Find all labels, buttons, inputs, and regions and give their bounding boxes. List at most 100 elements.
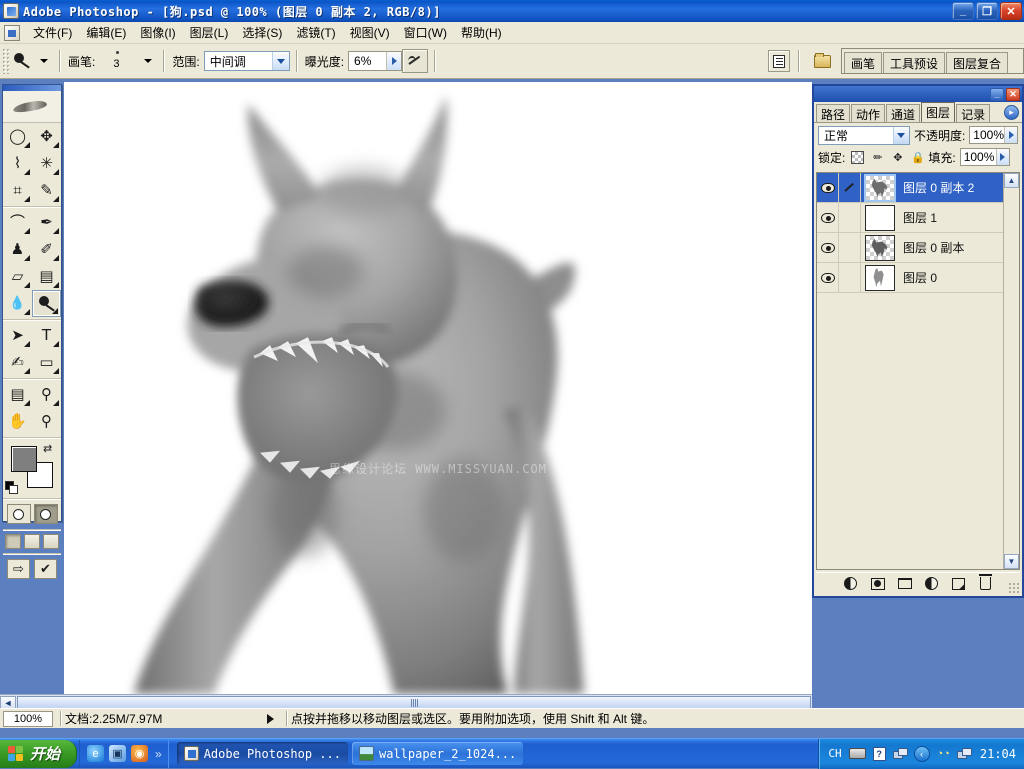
layers-scrollbar[interactable]: ▲ ▼ (1003, 173, 1019, 569)
restore-button[interactable]: ❐ (976, 2, 998, 20)
exposure-slider-arrow-icon[interactable] (386, 52, 402, 70)
tool-shape[interactable]: ▭ (32, 349, 61, 376)
tab-layers[interactable]: 图层 (921, 102, 956, 122)
internet-explorer-icon[interactable]: e (87, 745, 105, 762)
menu-item-file[interactable]: 文件(F) (26, 22, 79, 43)
tool-marquee[interactable]: ◯ (3, 123, 32, 150)
show-desktop-icon[interactable]: ▣ (109, 745, 127, 762)
layer-link-toggle[interactable] (839, 173, 861, 203)
options-bar-grip[interactable] (2, 48, 9, 74)
brush-chevron-down-icon[interactable] (144, 59, 153, 63)
foreground-color-swatch[interactable] (11, 446, 37, 472)
scroll-down-button[interactable]: ▼ (1004, 554, 1019, 569)
layer-thumbnail[interactable] (865, 204, 895, 231)
tool-zoom[interactable]: ⚲ (32, 408, 61, 435)
status-menu-arrow-icon[interactable] (267, 713, 274, 724)
tool-crop[interactable]: ⌗ (3, 177, 32, 204)
tool-blur[interactable]: 💧 (3, 290, 32, 317)
layer-link-toggle[interactable] (839, 232, 861, 263)
tool-eraser[interactable]: ▱ (3, 263, 32, 290)
layer-mask-button[interactable] (870, 576, 886, 592)
layer-thumbnail[interactable] (864, 173, 896, 202)
zoom-level-input[interactable]: 100% (3, 710, 53, 727)
tool-slice[interactable]: ✎ (32, 177, 61, 204)
opacity-input[interactable]: 100% (969, 126, 1018, 144)
input-method-indicator[interactable]: CH (828, 747, 841, 760)
airbrush-toggle-button[interactable] (402, 49, 429, 73)
tool-move[interactable]: ✥ (32, 123, 61, 150)
delete-layer-button[interactable] (978, 574, 994, 592)
adjustment-layer-button[interactable] (924, 576, 940, 592)
quick-launch-more-icon[interactable]: » (153, 747, 164, 761)
layer-row[interactable]: 图层 0 (817, 262, 1003, 293)
lock-move-icon[interactable]: ✥ (891, 151, 904, 164)
current-tool-icon[interactable] (9, 49, 35, 73)
tool-preset-chevron-down-icon[interactable] (40, 59, 48, 63)
quick-mask-mode-button[interactable] (33, 504, 58, 524)
brush-preview[interactable]: 3 (99, 47, 139, 75)
palette-menu-icon[interactable]: ▸ (1004, 105, 1019, 120)
fill-input[interactable]: 100% (959, 148, 1010, 166)
layer-visibility-toggle[interactable] (817, 262, 839, 293)
tool-gradient[interactable]: ▤ (32, 263, 61, 290)
tool-dodge[interactable] (32, 290, 61, 317)
help-icon[interactable]: ? (872, 746, 886, 761)
palette-well-toggle-button[interactable] (767, 50, 790, 72)
layer-link-toggle[interactable] (839, 262, 861, 293)
fill-slider-arrow-icon[interactable] (995, 149, 1009, 165)
standard-mode-button[interactable] (6, 504, 31, 524)
file-browser-button[interactable] (811, 50, 835, 72)
screen-mode-full-button[interactable] (43, 534, 59, 549)
menu-item-edit[interactable]: 编辑(E) (79, 22, 133, 43)
start-button[interactable]: 开始 (0, 739, 78, 768)
range-select[interactable]: 中间调 (203, 51, 290, 71)
tool-hand[interactable]: ✋ (3, 408, 32, 435)
menu-item-layer[interactable]: 图层(L) (183, 22, 236, 43)
task-button-wallpaper[interactable]: wallpaper_2_1024... (351, 742, 524, 765)
tool-history-brush[interactable]: ✐ (32, 236, 61, 263)
tool-clone-stamp[interactable]: ♟ (3, 236, 32, 263)
tab-history[interactable]: 记录 (956, 104, 991, 122)
default-colors-icon[interactable] (5, 481, 18, 494)
screen-mode-full-menubar-button[interactable] (24, 534, 40, 549)
menu-item-filter[interactable]: 滤镜(T) (289, 22, 342, 43)
tool-type[interactable]: T (32, 322, 61, 349)
layer-visibility-toggle[interactable] (817, 173, 839, 203)
tab-paths[interactable]: 路径 (816, 104, 851, 122)
tray-extra-icon[interactable]: ◔◔ (937, 748, 950, 760)
tool-pen[interactable]: ✍ (3, 349, 32, 376)
tool-magic-wand[interactable]: ✳ (32, 150, 61, 177)
menu-item-window[interactable]: 窗口(W) (397, 22, 454, 43)
palette-resize-grip[interactable] (1008, 582, 1020, 594)
chevron-down-icon[interactable] (271, 52, 289, 70)
palette-minimize-button[interactable]: _ (990, 87, 1004, 101)
menu-item-image[interactable]: 图像(I) (133, 22, 182, 43)
scroll-up-button[interactable]: ▲ (1004, 173, 1019, 188)
task-button-photoshop[interactable]: Adobe Photoshop ... (176, 742, 348, 765)
jump-to-imageready-button[interactable]: ⇨ (7, 559, 30, 579)
tool-notes[interactable]: ▤ (3, 381, 32, 408)
clock[interactable]: 21:04 (980, 747, 1016, 761)
firefox-icon[interactable]: ◉ (131, 745, 149, 762)
tray-expand-chevron-icon[interactable]: ‹ (913, 745, 930, 762)
network-icon[interactable] (892, 747, 908, 760)
layer-visibility-toggle[interactable] (817, 202, 839, 233)
layer-style-button[interactable] (843, 576, 859, 592)
lock-paint-icon[interactable]: ✏ (871, 151, 884, 164)
tab-channels[interactable]: 通道 (886, 104, 921, 122)
keyboard-icon[interactable] (848, 748, 866, 759)
well-tab-layer-comps[interactable]: 图层复合 (945, 52, 1008, 73)
palette-title-bar[interactable]: _ ✕ (814, 86, 1022, 102)
layer-link-toggle[interactable] (839, 202, 861, 233)
palette-close-button[interactable]: ✕ (1006, 87, 1020, 101)
document-canvas[interactable]: 思缘设计论坛 WWW.MISSYUAN.COM (64, 82, 812, 694)
well-tab-brushes[interactable]: 画笔 (843, 52, 882, 73)
well-tab-tool-presets[interactable]: 工具预设 (882, 52, 945, 73)
tool-healing-brush[interactable]: ⌒ (3, 209, 32, 236)
menu-item-help[interactable]: 帮助(H) (454, 22, 509, 43)
menu-item-view[interactable]: 视图(V) (343, 22, 397, 43)
blend-mode-select[interactable]: 正常 (818, 125, 910, 145)
new-group-button[interactable] (897, 576, 913, 592)
layer-row[interactable]: 图层 1 (817, 202, 1003, 233)
tab-actions[interactable]: 动作 (851, 104, 886, 122)
